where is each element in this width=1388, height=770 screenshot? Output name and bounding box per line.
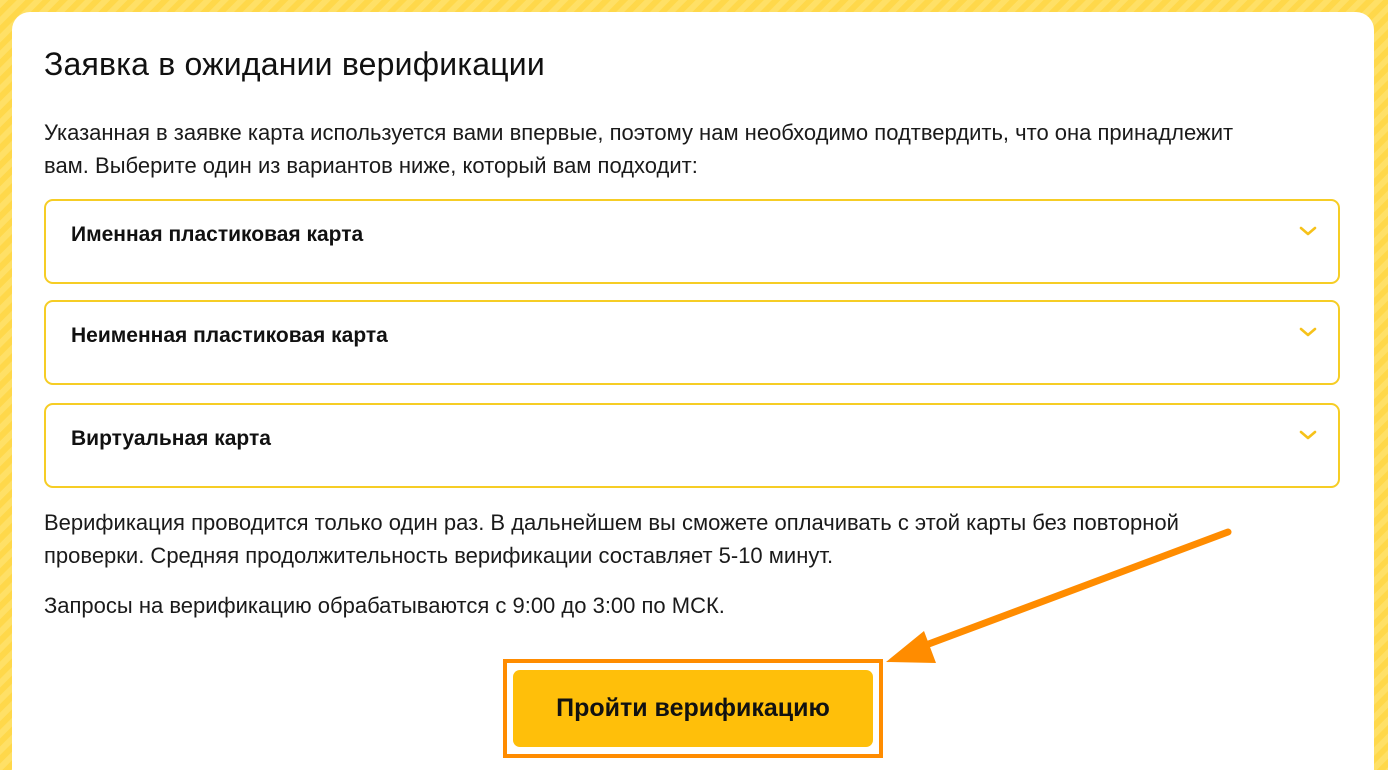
intro-text: Указанная в заявке карта используется ва… [44, 120, 1234, 178]
verification-note: Верификация проводится только один раз. … [44, 510, 1179, 568]
verification-card: Заявка в ожидании верификации Указанная … [12, 12, 1374, 770]
option-unnamed-plastic-card[interactable]: Неименная пластиковая карта [44, 300, 1340, 385]
option-label: Неименная пластиковая карта [71, 324, 388, 347]
chevron-down-icon [1299, 430, 1317, 440]
chevron-down-icon [1299, 226, 1317, 236]
button-highlight-frame: Пройти верификацию [503, 659, 883, 758]
page-title: Заявка в ожидании верификации [44, 46, 545, 82]
option-label: Именная пластиковая карта [71, 223, 364, 246]
chevron-down-icon [1299, 327, 1317, 337]
verify-button[interactable]: Пройти верификацию [513, 670, 873, 747]
option-named-plastic-card[interactable]: Именная пластиковая карта [44, 199, 1340, 284]
processing-hours: Запросы на верификацию обрабатываются с … [44, 593, 725, 618]
option-virtual-card[interactable]: Виртуальная карта [44, 403, 1340, 488]
option-label: Виртуальная карта [71, 427, 271, 450]
